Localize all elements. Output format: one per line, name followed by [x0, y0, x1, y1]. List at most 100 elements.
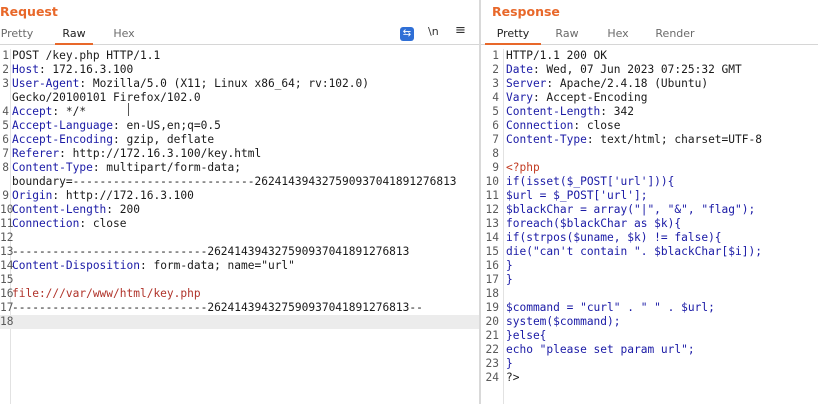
- line-number: 9: [2, 189, 9, 202]
- code-line: 19 $command = "curl" . " " . $url;: [481, 301, 818, 315]
- header-name: Connection: [506, 119, 574, 132]
- header-value: : Wed, 07 Jun 2023 07:25:32 GMT: [532, 63, 742, 76]
- line-number: 24: [485, 371, 499, 384]
- line-number: 13: [0, 245, 14, 258]
- line-number: 7: [492, 133, 499, 146]
- request-tab-pretty[interactable]: Pretty: [0, 26, 34, 43]
- code-line: 4 Vary: Accept-Encoding: [481, 91, 818, 105]
- header-name: Content-Length: [12, 203, 107, 216]
- code-line: 1 HTTP/1.1 200 OK: [481, 49, 818, 63]
- code-line: 8 Content-Type: multipart/form-data;: [0, 161, 479, 175]
- request-editor[interactable]: 1 POST /key.php HTTP/1.1 2 Host: 172.16.3.1…: [0, 49, 479, 329]
- code-line: 12 $blackChar = array("|", "&", "flag");: [481, 203, 818, 217]
- code-line: 20 system($command);: [481, 315, 818, 329]
- line-number: 13: [485, 217, 499, 230]
- line-number: 23: [485, 357, 499, 370]
- line-text: Content-Type: text/html; charset=UTF-8: [506, 133, 762, 147]
- line-content: -----------------------------26241439432…: [12, 301, 423, 314]
- line-text: Gecko/20100101 Firefox/102.0: [12, 91, 201, 105]
- line-text: }else{: [506, 329, 546, 343]
- line-content: }: [506, 357, 513, 370]
- line-text: system($command);: [506, 315, 621, 329]
- line-number: 5: [492, 105, 499, 118]
- line-text: Content-Type: multipart/form-data;: [12, 161, 241, 175]
- header-name: Date: [506, 63, 533, 76]
- code-line: 14 Content-Disposition: form-data; name="…: [0, 259, 479, 273]
- line-text: Server: Apache/2.4.18 (Ubuntu): [506, 77, 708, 91]
- header-value: : form-data; name="url": [139, 259, 295, 272]
- wrap-lines-icon[interactable]: ⇆: [400, 27, 414, 41]
- line-content: POST /key.php HTTP/1.1: [12, 49, 161, 62]
- response-title: Response: [492, 4, 560, 19]
- line-content: Gecko/20100101 Firefox/102.0: [12, 91, 201, 104]
- menu-icon[interactable]: ≡: [455, 23, 466, 38]
- header-value: : http://172.16.3.100: [52, 189, 194, 202]
- line-number: 10: [485, 175, 499, 188]
- code-line: 5 Content-Length: 342: [481, 105, 818, 119]
- response-tabs: Pretty Raw Hex Render: [481, 26, 818, 45]
- line-text: boundary=---------------------------2624…: [12, 175, 457, 189]
- line-content: }: [506, 259, 513, 272]
- line-text: if(isset($_POST['url'])){: [506, 175, 674, 189]
- line-content: die("can't contain ". $blackChar[$i]);: [506, 245, 762, 258]
- line-content: system($command);: [506, 315, 621, 328]
- line-number: 4: [492, 91, 499, 104]
- line-text: User-Agent: Mozilla/5.0 (X11; Linux x86_…: [12, 77, 369, 91]
- header-value: : en-US,en;q=0.5: [113, 119, 221, 132]
- line-content: <?php: [506, 161, 540, 174]
- response-tab-hex[interactable]: Hex: [601, 26, 635, 43]
- header-value: : 172.16.3.100: [38, 63, 134, 76]
- line-text: }: [506, 273, 513, 287]
- line-number: 9: [492, 161, 499, 174]
- line-text: }: [506, 259, 513, 273]
- line-text: $url = $_POST['url'];: [506, 189, 647, 203]
- line-text: Accept-Encoding: gzip, deflate: [12, 133, 214, 147]
- line-text: die("can't contain ". $blackChar[$i]);: [506, 245, 762, 259]
- response-tab-raw[interactable]: Raw: [548, 26, 586, 43]
- line-number: 14: [485, 231, 499, 244]
- code-line: 15 die("can't contain ". $blackChar[$i]);: [481, 245, 818, 259]
- line-number: 4: [2, 105, 9, 118]
- header-name: Accept: [12, 105, 53, 118]
- line-content: $command = "curl" . " " . $url;: [506, 301, 715, 314]
- code-line: 8: [481, 147, 818, 161]
- code-line: 18: [481, 287, 818, 301]
- code-line: 12: [0, 231, 479, 245]
- code-line: 1 POST /key.php HTTP/1.1: [0, 49, 479, 63]
- line-content: file:///var/www/html/key.php: [12, 287, 201, 300]
- line-text: Date: Wed, 07 Jun 2023 07:25:32 GMT: [506, 63, 742, 77]
- line-text: Content-Length: 200: [12, 203, 140, 217]
- line-text: Referer: http://172.16.3.100/key.html: [12, 147, 261, 161]
- line-content: }: [506, 273, 513, 286]
- header-value: : */*: [52, 105, 87, 118]
- line-number: 8: [492, 147, 499, 160]
- line-number: 2: [492, 63, 499, 76]
- header-value: : text/html; charset=UTF-8: [586, 133, 762, 146]
- header-value: : Mozilla/5.0 (X11; Linux x86_64; rv:102…: [79, 77, 369, 90]
- line-content: if(strpos($uname, $k) != false){: [506, 231, 722, 244]
- line-number: 8: [2, 161, 9, 174]
- code-line: 7 Content-Type: text/html; charset=UTF-8: [481, 133, 818, 147]
- request-tab-raw[interactable]: Raw: [55, 26, 93, 45]
- code-line: 10 if(isset($_POST['url'])){: [481, 175, 818, 189]
- line-content: HTTP/1.1 200 OK: [506, 49, 608, 62]
- line-text: Content-Length: 342: [506, 105, 634, 119]
- response-editor[interactable]: 1 HTTP/1.1 200 OK 2 Date: Wed, 07 Jun 2023 …: [481, 49, 818, 385]
- newline-toggle-button[interactable]: \n: [428, 25, 439, 38]
- code-line: 7 Referer: http://172.16.3.100/key.html: [0, 147, 479, 161]
- request-tab-hex[interactable]: Hex: [108, 26, 140, 43]
- response-tab-render[interactable]: Render: [651, 26, 699, 43]
- header-value: : close: [573, 119, 621, 132]
- code-line: 6 Connection: close: [481, 119, 818, 133]
- line-content: $blackChar = array("|", "&", "flag");: [506, 203, 756, 216]
- line-text: Accept-Language: en-US,en;q=0.5: [12, 119, 221, 133]
- header-value: : Apache/2.4.18 (Ubuntu): [546, 77, 709, 90]
- line-number: 17: [0, 301, 14, 314]
- line-number: 21: [485, 329, 499, 342]
- header-value: : multipart/form-data;: [92, 161, 242, 174]
- line-number: 1: [492, 49, 499, 62]
- response-tab-pretty[interactable]: Pretty: [485, 26, 541, 45]
- code-line: 13 -----------------------------262414394…: [0, 245, 479, 259]
- header-value: : http://172.16.3.100/key.html: [59, 147, 262, 160]
- header-name: Referer: [12, 147, 60, 160]
